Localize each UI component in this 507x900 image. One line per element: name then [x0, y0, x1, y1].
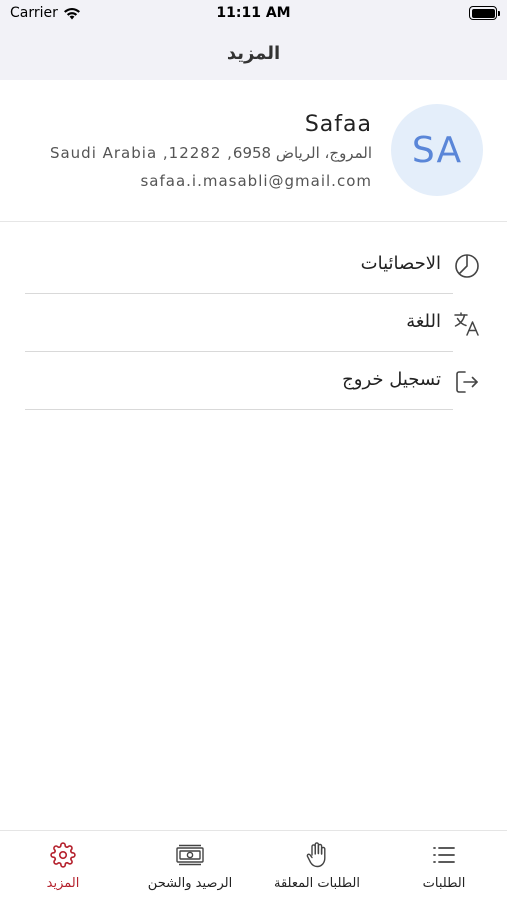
tab-label: الطلبات [422, 876, 466, 891]
page-title: المزيد [226, 43, 281, 64]
money-icon [127, 841, 253, 869]
tab-label: الرصيد والشحن [147, 876, 233, 891]
tab-more[interactable]: المزيد [0, 831, 126, 900]
status-time: 11:11 AM [216, 5, 291, 21]
tab-label: المزيد [46, 876, 80, 891]
battery-icon [469, 6, 500, 20]
profile-email: safaa.i.masabli@gmail.com [140, 172, 372, 190]
tab-balance-recharge[interactable]: الرصيد والشحن [127, 831, 253, 900]
menu-item-label: الاحصائيات [360, 253, 441, 274]
menu-item-logout[interactable]: تسجيل خروج [0, 352, 507, 410]
translate-icon [452, 309, 482, 339]
hand-icon [254, 841, 380, 869]
menu-item-label: اللغة [406, 311, 441, 332]
menu-item-statistics[interactable]: الاحصائيات [0, 236, 507, 294]
profile-address: Saudi Arabia ,12282 ,المروج، الرياض 6958 [49, 144, 372, 162]
menu-item-label: تسجيل خروج [342, 369, 441, 390]
list-icon [381, 841, 507, 869]
status-bar: Carrier 11:11 AM [0, 0, 507, 30]
navigation-bar: المزيد [0, 30, 507, 80]
logout-icon [452, 367, 482, 397]
tab-pending-orders[interactable]: الطلبات المعلقة [254, 831, 380, 900]
pie-chart-icon [452, 251, 482, 281]
menu-item-language[interactable]: اللغة [0, 294, 507, 352]
tab-bar: المزيد الرصيد والشحن الطلبات المعلقة الط… [0, 830, 507, 900]
gear-icon [0, 841, 126, 869]
tab-label: الطلبات المعلقة [273, 876, 360, 891]
profile-name: Safaa [304, 112, 372, 137]
divider [25, 409, 453, 410]
tab-orders[interactable]: الطلبات [381, 831, 507, 900]
avatar: SA [391, 104, 483, 196]
settings-menu: الاحصائيات اللغة تسجيل خروج [0, 236, 507, 410]
profile-card: SA Safaa Saudi Arabia ,12282 ,المروج، ال… [0, 80, 507, 222]
